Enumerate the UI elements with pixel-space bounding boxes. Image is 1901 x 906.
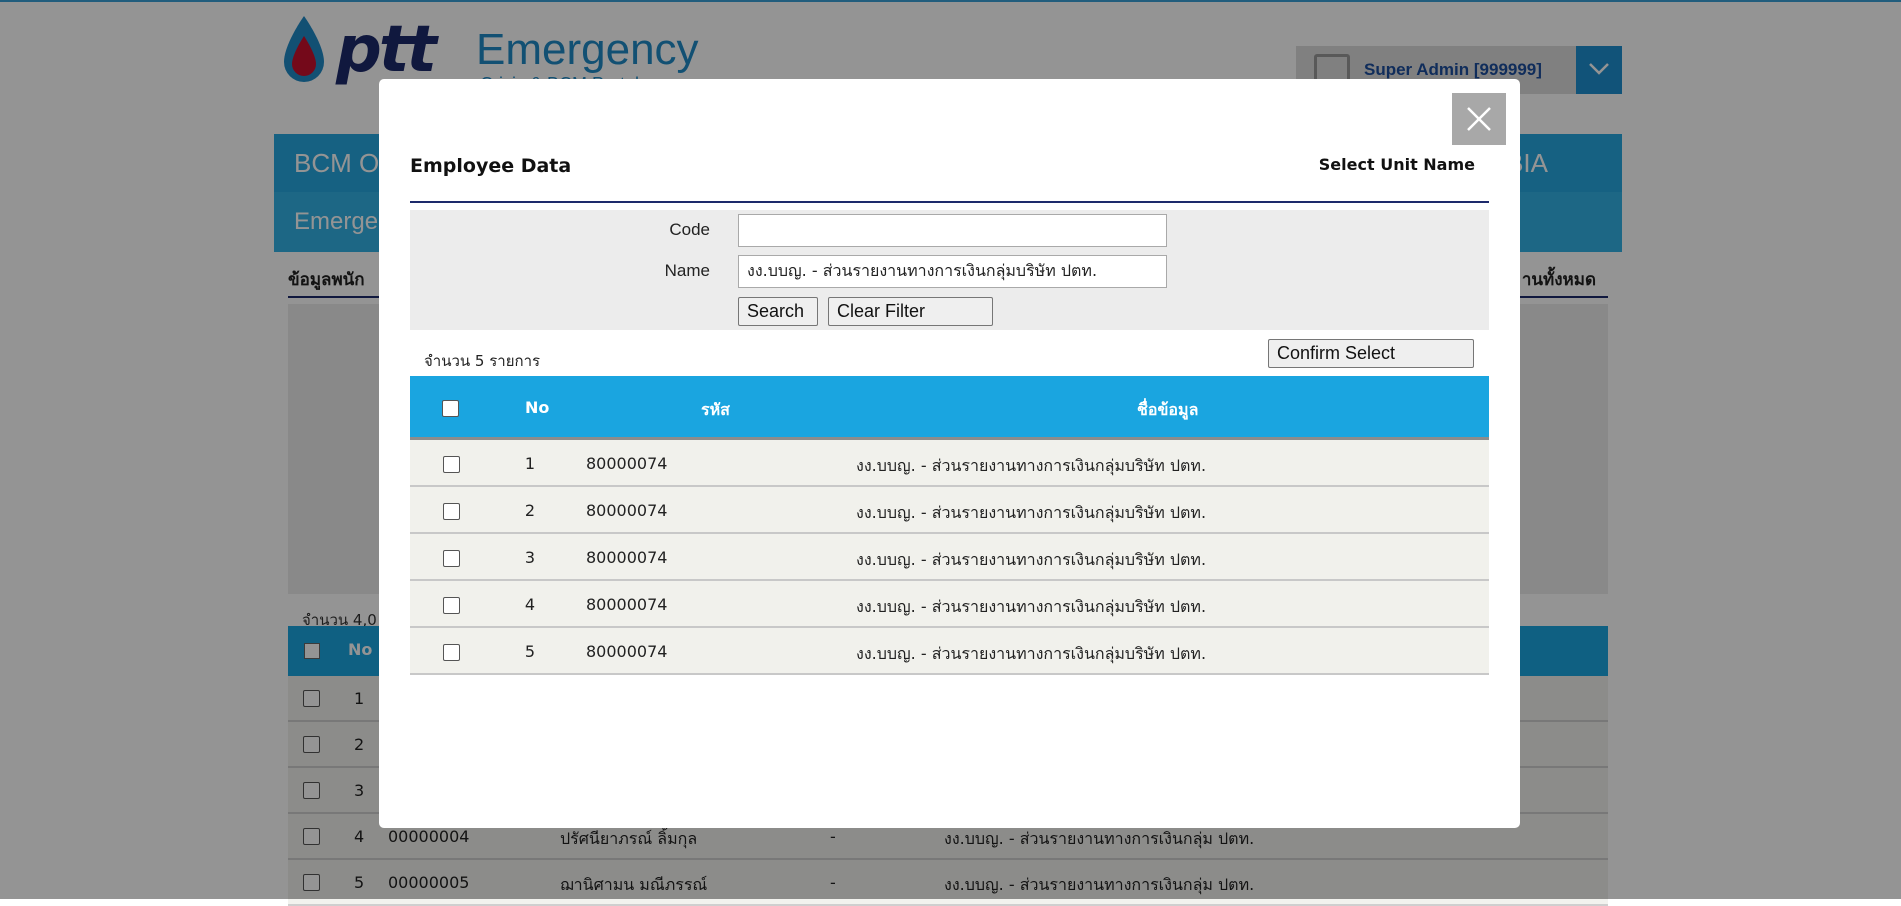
header-no: No [525, 398, 550, 417]
confirm-select-button[interactable]: Confirm Select [1268, 339, 1474, 368]
code-label: Code [669, 220, 710, 239]
row-no: 4 [524, 595, 536, 614]
row-checkbox[interactable] [443, 456, 460, 473]
row-name: งง.บบญ. - ส่วนรายงานทางการเงินกลุ่มบริษั… [856, 550, 1207, 569]
row-name: งง.บบญ. - ส่วนรายงานทางการเงินกลุ่มบริษั… [856, 597, 1207, 616]
name-input[interactable] [738, 255, 1167, 288]
row-no: 3 [524, 548, 536, 567]
table-row[interactable]: 2 80000074 งง.บบญ. - ส่วนรายงานทางการเงิ… [410, 487, 1489, 534]
header-code: รหัส [701, 400, 730, 419]
row-checkbox[interactable] [443, 644, 460, 661]
header-name: ชื่อข้อมูล [1137, 400, 1199, 419]
row-code: 80000074 [586, 548, 668, 567]
modal-title-divider [410, 201, 1489, 203]
table-header: No รหัส ชื่อข้อมูล [410, 376, 1489, 440]
row-no: 2 [524, 501, 536, 520]
row-name: งง.บบญ. - ส่วนรายงานทางการเงินกลุ่มบริษั… [856, 644, 1207, 663]
row-name: งง.บบญ. - ส่วนรายงานทางการเงินกลุ่มบริษั… [856, 503, 1207, 522]
table-row[interactable]: 4 80000074 งง.บบญ. - ส่วนรายงานทางการเงิ… [410, 581, 1489, 628]
select-unit-name-label: Select Unit Name [1318, 155, 1475, 174]
modal-title: Employee Data [410, 155, 572, 177]
clear-filter-button[interactable]: Clear Filter [828, 297, 993, 326]
row-code: 80000074 [586, 642, 668, 661]
result-count: จำนวน 5 รายการ [424, 352, 541, 370]
row-code: 80000074 [586, 595, 668, 614]
search-button[interactable]: Search [738, 297, 818, 326]
table-row[interactable]: 5 80000074 งง.บบญ. - ส่วนรายงานทางการเงิ… [410, 628, 1489, 675]
table-row[interactable]: 1 80000074 งง.บบญ. - ส่วนรายงานทางการเงิ… [410, 440, 1489, 487]
employee-data-table: No รหัส ชื่อข้อมูล 1 80000074 งง.บบญ. - … [410, 376, 1489, 675]
row-code: 80000074 [586, 454, 668, 473]
table-row[interactable]: 3 80000074 งง.บบญ. - ส่วนรายงานทางการเงิ… [410, 534, 1489, 581]
name-label: Name [664, 261, 710, 280]
modal-close-button[interactable] [1452, 93, 1506, 145]
close-icon [1467, 107, 1491, 131]
row-checkbox[interactable] [443, 597, 460, 614]
code-input[interactable] [738, 214, 1167, 247]
row-code: 80000074 [586, 501, 668, 520]
row-checkbox[interactable] [443, 503, 460, 520]
row-no: 1 [524, 454, 536, 473]
employee-data-modal: Employee Data Select Unit Name Code Name… [379, 79, 1520, 828]
row-no: 5 [524, 642, 536, 661]
select-all-checkbox[interactable] [442, 400, 459, 417]
row-name: งง.บบญ. - ส่วนรายงานทางการเงินกลุ่มบริษั… [856, 456, 1207, 475]
row-checkbox[interactable] [443, 550, 460, 567]
filter-panel: Code Name Search Clear Filter [410, 210, 1489, 330]
